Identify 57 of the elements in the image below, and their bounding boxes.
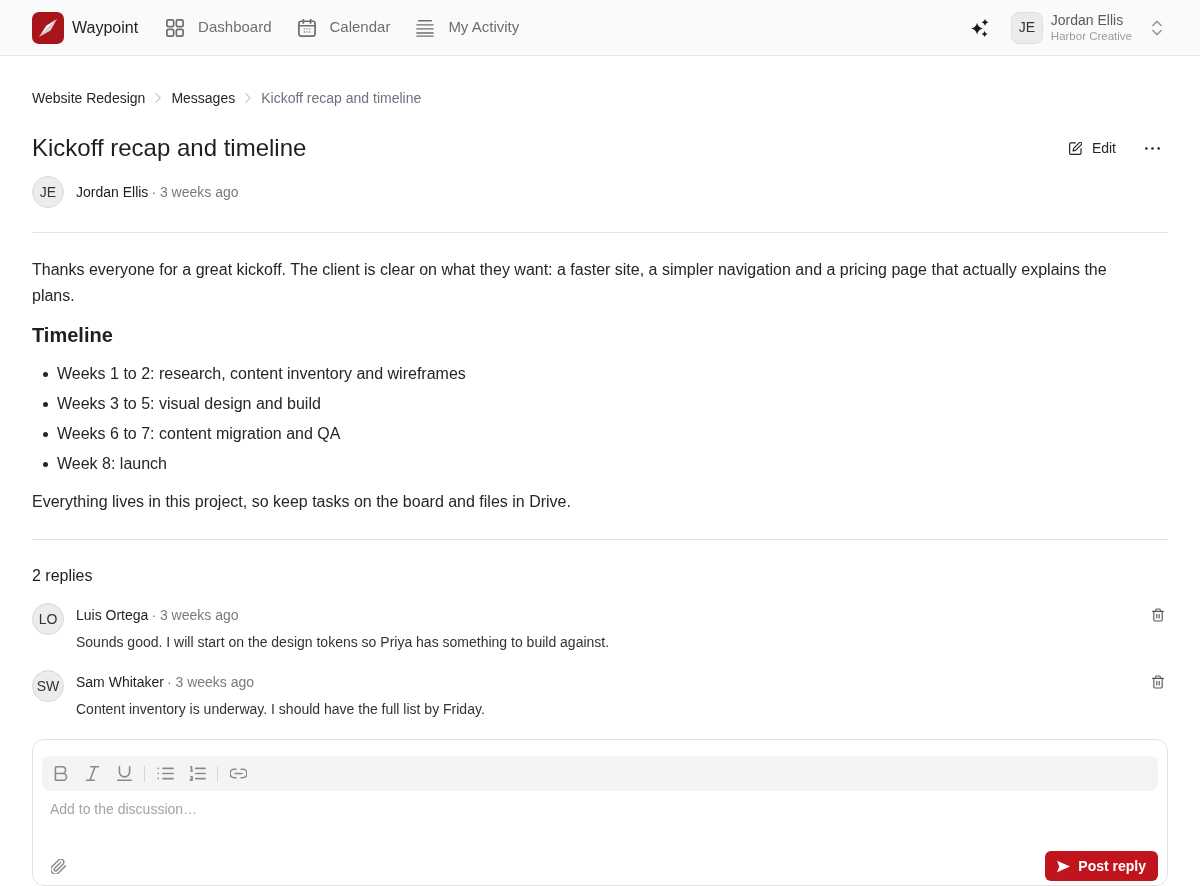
trash-icon [1152,608,1164,622]
bullet-icon [43,401,48,407]
user-organization: Harbor Creative [1050,29,1132,44]
bullet-list-icon [156,765,174,782]
user-menu-button[interactable]: JE Jordan Ellis Harbor Creative [1002,7,1168,48]
replies-count: 2 replies [32,566,94,586]
sparkles-icon [970,18,989,37]
author-name: Jordan Ellis [76,182,149,202]
send-icon [1057,859,1071,873]
user-avatar: JE [1010,11,1043,44]
post-reply-button[interactable]: Post reply [1045,851,1158,881]
grid-icon [166,18,185,37]
trash-icon [1152,675,1164,689]
calendar-icon [297,18,316,37]
avatar: SW [32,670,64,702]
user-name: Jordan Ellis [1050,11,1125,29]
message-paragraph: Everything lives in this project, so keep tasks on the board and files in Drive. [32,492,572,512]
reply-author: Sam Whitaker [76,673,164,692]
timeline-item: Weeks 6 to 7: content migration and QA [57,424,341,444]
section-heading: Timeline [32,323,114,348]
timeline-item: Week 8: launch [57,454,167,474]
reply-author: Luis Ortega [76,606,149,625]
chevron-right-icon [155,93,162,103]
chevrons-up-down-icon [1152,19,1162,36]
nav-link[interactable]: Dashboard [166,16,272,39]
breadcrumb-current: Kickoff recap and timeline [261,89,422,108]
link-icon [229,765,247,782]
nav-link[interactable]: Calendar [297,16,391,39]
bullet-icon [43,461,48,467]
bullet-icon [43,371,48,377]
stacked-lines-icon [416,18,435,37]
message-title: Kickoff recap and timeline [32,133,307,163]
underline-icon [115,765,133,782]
logo-icon [32,11,64,44]
breadcrumb-link[interactable]: Website Redesign [32,88,146,108]
bullet-icon [43,431,48,437]
reply-text: Content inventory is underway. I should have the full list by Friday. [76,700,486,719]
brand-link[interactable]: Waypoint [32,11,139,44]
reply-time: · 3 weeks ago [151,606,239,625]
numbered-list-icon [188,765,206,782]
paperclip-icon [50,858,66,874]
post-time: · 3 weeks ago [151,182,239,202]
reply-editor[interactable]: Add to the discussion… Post reply [32,739,1168,886]
edit-icon [1068,141,1082,155]
message-paragraph: Thanks everyone for a great kickoff. The client is clear on what they want: a faster site, a simpler navigation and a pricing page that actually explains the plans. [32,260,1108,306]
italic-icon [83,765,101,782]
timeline-item: Weeks 1 to 2: research, content inventory and wireframes [57,364,466,384]
edit-button[interactable]: Edit [1058,132,1126,164]
ellipsis-icon [1144,146,1160,150]
avatar: JE [32,176,64,208]
reply-time: · 3 weeks ago [166,673,255,692]
avatar: LO [32,603,64,635]
reply-text: Sounds good. I will start on the design tokens so Priya has something to build against. [76,633,611,652]
nav-link[interactable]: My Activity [416,16,520,39]
timeline-item: Weeks 3 to 5: visual design and build [57,394,321,414]
chevron-right-icon [245,93,252,103]
breadcrumb-link[interactable]: Messages [171,88,236,108]
